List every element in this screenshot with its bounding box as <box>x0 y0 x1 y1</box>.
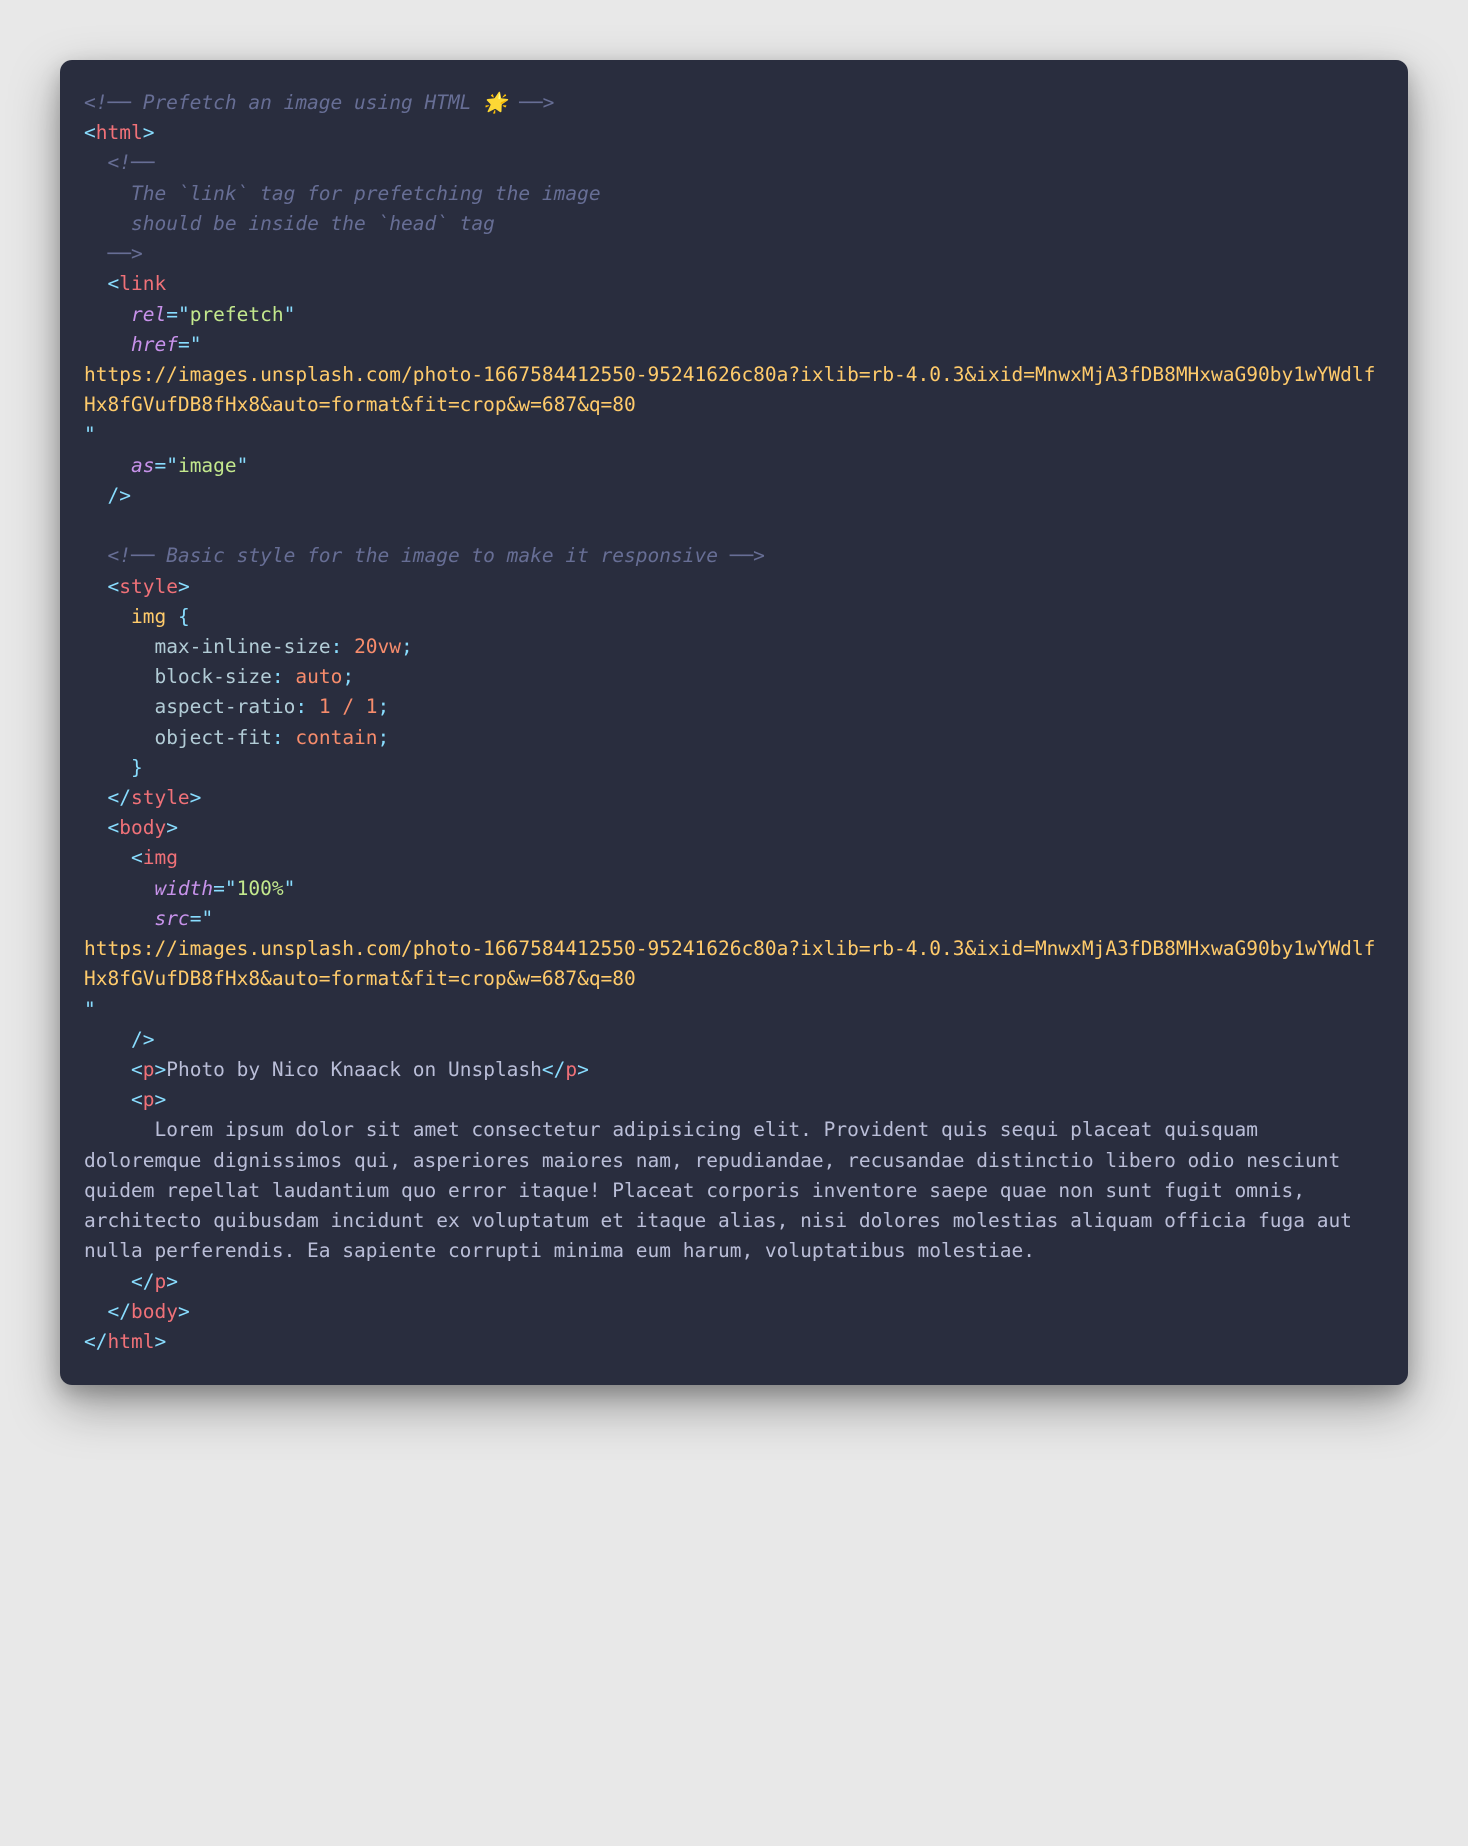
css-val-1: 20vw <box>354 635 401 658</box>
p-tag-1-close: p <box>565 1058 577 1081</box>
html-tag-close: html <box>107 1330 154 1353</box>
css-prop-1: max-inline-size <box>154 635 330 658</box>
css-val-2: auto <box>295 665 342 688</box>
css-prop-3: aspect-ratio <box>154 695 295 718</box>
comment-style: <!── Basic style for the image to make i… <box>107 544 764 567</box>
comment-prefetch: <!── Prefetch an image using HTML 🌟 ──> <box>84 91 554 114</box>
comment-line2: should be inside the `head` tag <box>131 212 495 235</box>
p-tag-2-open: p <box>143 1088 155 1111</box>
css-val-3: 1 / 1 <box>319 695 378 718</box>
img-url: https://images.unsplash.com/photo-166758… <box>84 937 1375 990</box>
css-prop-2: block-size <box>154 665 271 688</box>
src-attr: src <box>154 907 189 930</box>
lorem-text: Lorem ipsum dolor sit amet consectetur a… <box>84 1118 1364 1262</box>
as-value: image <box>178 454 237 477</box>
href-attr: href <box>131 333 178 356</box>
code-block: <!── Prefetch an image using HTML 🌟 ──> … <box>60 60 1408 1385</box>
photo-credit: Photo by Nico Knaack on Unsplash <box>166 1058 542 1081</box>
comment-close: ──> <box>107 242 142 265</box>
rel-value: prefetch <box>190 303 284 326</box>
comment-open: <!── <box>107 151 154 174</box>
rel-attr: rel <box>131 303 166 326</box>
link-url: https://images.unsplash.com/photo-166758… <box>84 363 1375 416</box>
comment-line1: The `link` tag for prefetching the image <box>131 182 601 205</box>
style-tag-close: style <box>131 786 190 809</box>
img-tag: img <box>143 846 178 869</box>
link-tag: link <box>119 272 166 295</box>
css-selector: img <box>131 605 166 628</box>
body-tag-open: body <box>119 816 166 839</box>
p-tag-2-close: p <box>154 1270 166 1293</box>
p-tag-1-open: p <box>143 1058 155 1081</box>
css-val-4: contain <box>295 726 377 749</box>
as-attr: as <box>131 454 154 477</box>
style-tag-open: style <box>119 575 178 598</box>
html-tag-open: html <box>96 121 143 144</box>
width-value: 100% <box>237 877 284 900</box>
css-prop-4: object-fit <box>154 726 271 749</box>
width-attr: width <box>154 877 213 900</box>
body-tag-close: body <box>131 1300 178 1323</box>
